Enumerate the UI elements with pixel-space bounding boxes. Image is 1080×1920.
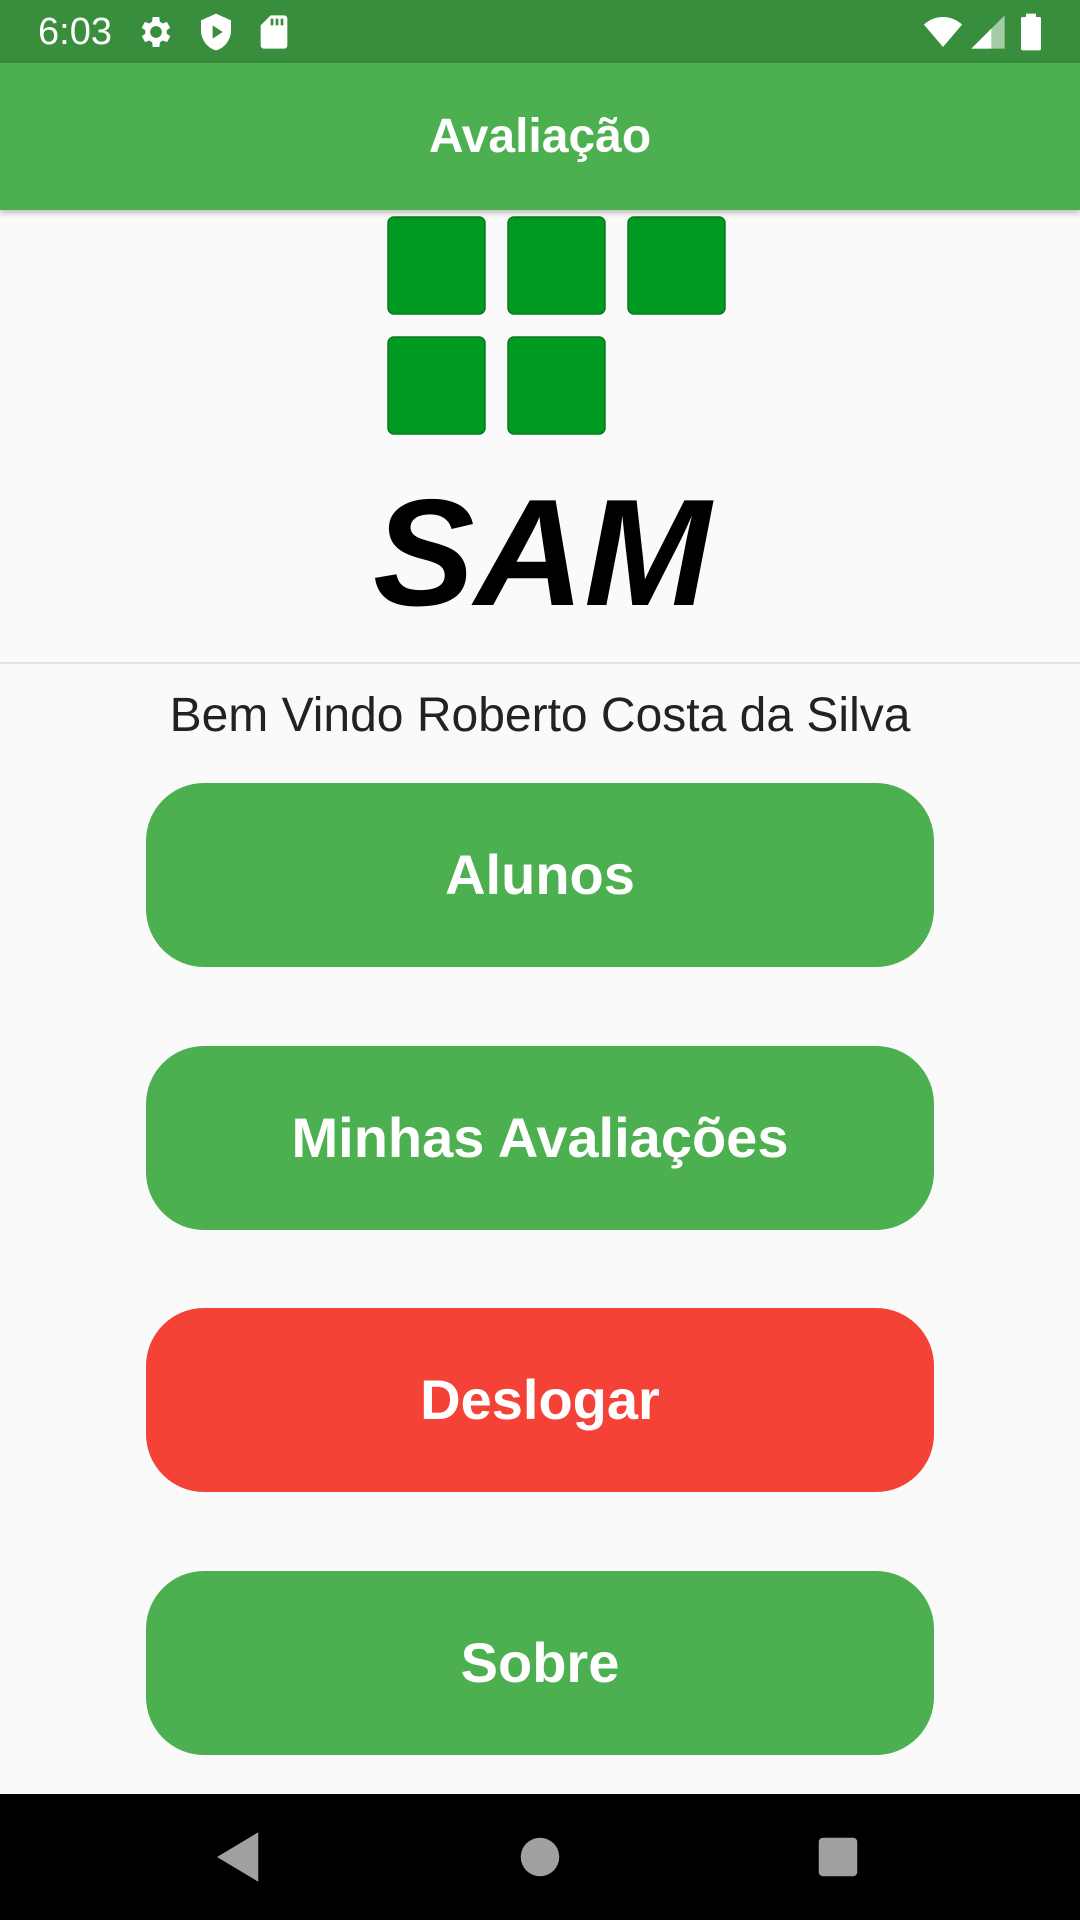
recents-icon[interactable] [805, 1824, 871, 1890]
divider [0, 662, 1080, 664]
signal-icon [971, 15, 1005, 49]
shield-play-icon [201, 13, 231, 51]
wifi-icon [923, 17, 963, 47]
back-icon[interactable] [206, 1824, 272, 1890]
sd-card-icon [260, 15, 288, 49]
home-icon[interactable] [507, 1824, 573, 1890]
logo-text: SAM [373, 468, 714, 630]
alunos-button[interactable]: Alunos [146, 783, 934, 967]
logo-square [387, 336, 486, 435]
status-bar: 6:03 [0, 0, 1080, 63]
navigation-bar [0, 1794, 1080, 1920]
welcome-message: Bem Vindo Roberto Costa da Silva [169, 689, 911, 742]
logo-square [387, 216, 486, 315]
logo-square [627, 216, 726, 315]
battery-icon [1021, 13, 1041, 51]
app-bar: Avaliação [0, 63, 1080, 210]
deslogar-button[interactable]: Deslogar [146, 1308, 934, 1492]
page-title: Avaliação [428, 110, 652, 163]
logo-square [507, 216, 606, 315]
logo-square [507, 336, 606, 435]
status-time: 6:03 [38, 11, 112, 53]
minhas-avaliacoes-button[interactable]: Minhas Avaliações [146, 1046, 934, 1230]
sobre-button[interactable]: Sobre [146, 1571, 934, 1755]
gear-icon [141, 17, 171, 47]
sam-logo: SAM [373, 216, 726, 630]
